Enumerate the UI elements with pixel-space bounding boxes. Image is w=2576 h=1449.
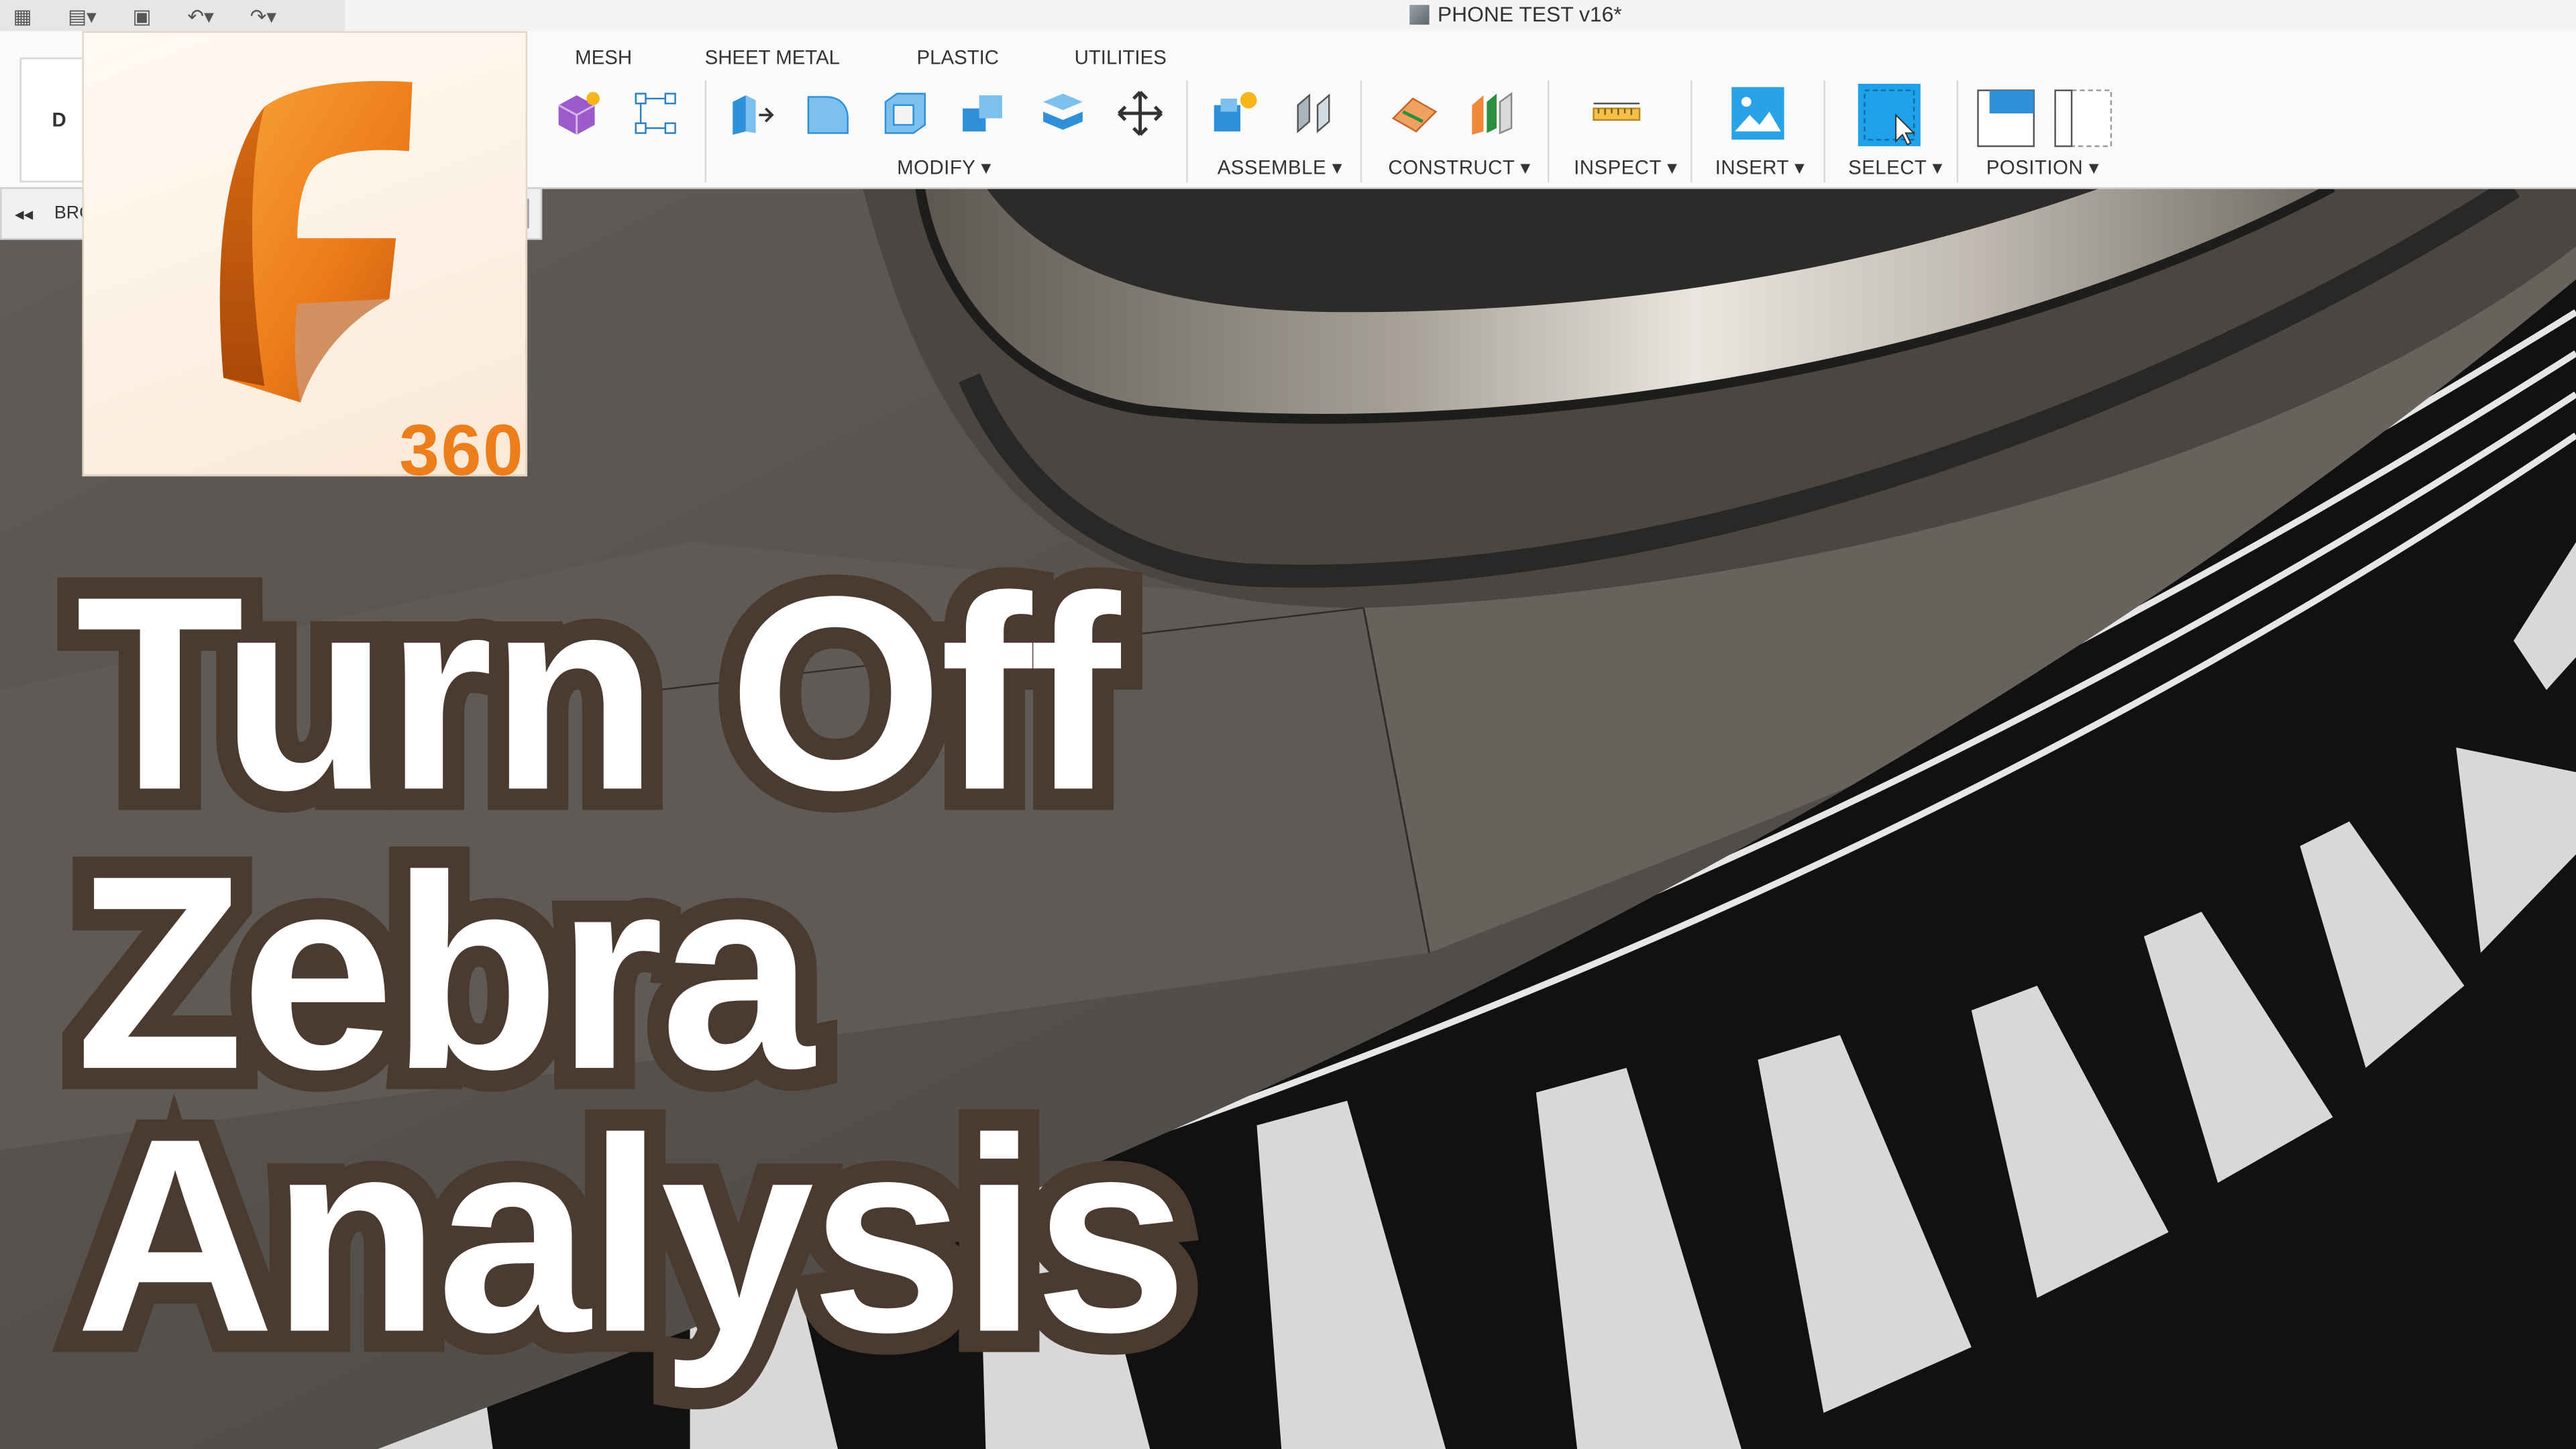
app-grid-icon[interactable]: ▦ <box>13 4 32 27</box>
ribbon-divider <box>1823 80 1825 182</box>
tab-sheet-metal[interactable]: SHEET METAL <box>705 46 840 69</box>
ribbon-divider <box>1360 80 1362 182</box>
modify-menu[interactable]: MODIFY ▾ <box>897 156 991 179</box>
midplane-icon[interactable] <box>1467 89 1516 138</box>
select-icon[interactable] <box>1856 82 1922 148</box>
tab-utilities[interactable]: UTILITIES <box>1075 46 1167 69</box>
move-icon[interactable] <box>1116 89 1165 138</box>
document-title-text: PHONE TEST v16* <box>1437 1 1622 27</box>
joint-icon[interactable] <box>1289 89 1338 138</box>
offset-face-icon[interactable] <box>1038 89 1087 138</box>
ribbon-divider <box>704 80 707 182</box>
form-tool-icon[interactable] <box>552 89 601 138</box>
revert-position-icon[interactable] <box>2053 89 2112 148</box>
measure-icon[interactable] <box>1592 89 1641 138</box>
insert-image-icon[interactable] <box>1730 85 1786 141</box>
logo-360-text: 360 <box>399 411 525 492</box>
headline-line-3: Analysis <box>54 1076 1210 1395</box>
new-component-icon[interactable] <box>1209 89 1258 138</box>
document-cube-icon <box>1409 4 1430 24</box>
inspect-menu[interactable]: INSPECT ▾ <box>1574 156 1677 179</box>
insert-menu[interactable]: INSERT ▾ <box>1715 156 1805 179</box>
headline-line-1: Turn Off <box>54 534 1142 853</box>
assemble-menu[interactable]: ASSEMBLE ▾ <box>1218 156 1342 179</box>
quick-access-toolbar: ▦ ▤▾ ▣ ↶▾ ↷▾ <box>0 0 345 32</box>
undo-icon[interactable]: ↶▾ <box>187 4 213 27</box>
collapse-panel-icon[interactable]: ◂◂ <box>15 204 33 225</box>
tab-mesh[interactable]: MESH <box>575 46 632 69</box>
shell-icon[interactable] <box>881 89 930 138</box>
edit-form-icon[interactable] <box>631 89 680 138</box>
select-menu[interactable]: SELECT ▾ <box>1848 156 1943 179</box>
combine-icon[interactable] <box>959 89 1008 138</box>
fusion-360-logo: 360 <box>82 31 528 491</box>
ribbon-divider <box>1956 80 1959 182</box>
headline-line-2: Zebra <box>54 813 835 1132</box>
capture-position-icon[interactable] <box>1976 89 2035 148</box>
ribbon-divider <box>1547 80 1550 182</box>
document-title: PHONE TEST v16* <box>1409 1 1622 27</box>
save-icon[interactable]: ▣ <box>133 4 152 27</box>
title-bar: ▦ ▤▾ ▣ ↶▾ ↷▾ PHONE TEST v16* <box>0 0 2576 33</box>
redo-icon[interactable]: ↷▾ <box>250 4 276 27</box>
position-menu[interactable]: POSITION ▾ <box>1986 156 2099 179</box>
press-pull-icon[interactable] <box>726 89 775 138</box>
tab-plastic[interactable]: PLASTIC <box>917 46 999 69</box>
construct-menu[interactable]: CONSTRUCT ▾ <box>1388 156 1530 179</box>
ribbon-divider <box>1186 80 1188 182</box>
file-menu-icon[interactable]: ▤▾ <box>68 4 97 27</box>
fillet-icon[interactable] <box>804 89 853 138</box>
offset-plane-icon[interactable] <box>1390 89 1439 138</box>
ribbon-divider <box>1690 80 1693 182</box>
